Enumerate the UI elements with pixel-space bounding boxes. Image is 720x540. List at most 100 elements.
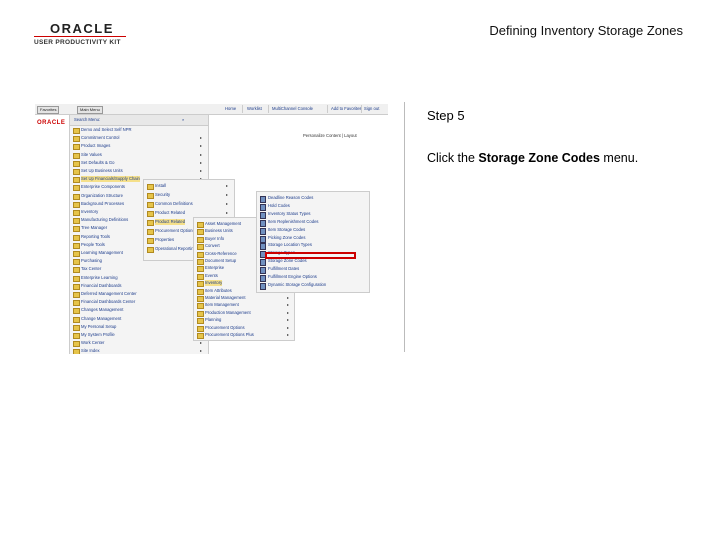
menu-level1-item[interactable]: Financial Dashboards Center <box>81 299 135 305</box>
menu-level3-item[interactable]: Material Management <box>205 295 246 301</box>
menu-level1-item[interactable]: My System Profile <box>81 332 115 338</box>
menu-level1-item[interactable]: Product Images <box>81 143 110 149</box>
menu-level1-item[interactable]: Tree Manager <box>81 225 107 231</box>
menu-level1-item[interactable]: Reporting Tools <box>81 234 110 240</box>
menu-level2-item[interactable]: Procurement Options <box>155 228 195 234</box>
menu-level1-item[interactable]: Organization Structure <box>81 193 123 199</box>
menu-level4-item[interactable]: Storage Zone Codes <box>268 258 307 264</box>
menu-level1-item[interactable]: Purchasing <box>81 258 102 264</box>
document-icon <box>260 282 266 290</box>
menu-level3-item[interactable]: Business Units <box>205 228 233 234</box>
folder-icon <box>197 303 204 310</box>
menu-level3-item[interactable]: Enterprise <box>205 265 224 271</box>
nav-sign-out-link[interactable]: Sign out <box>364 106 379 112</box>
menu-level3-item[interactable]: Production Management <box>205 310 251 316</box>
menu-level1-item[interactable]: Set Defaults & Go <box>81 160 115 166</box>
menu-level1-item[interactable]: Inventory <box>81 209 98 215</box>
menu-level1-item[interactable]: Background Processes <box>81 201 124 207</box>
menu-level4-item[interactable]: Item Storage Codes <box>268 227 305 233</box>
menu-level1-item[interactable]: Change Management <box>81 316 121 322</box>
menu-level4-item[interactable]: Fulfillment Engine Options <box>268 274 317 280</box>
folder-icon <box>147 229 154 235</box>
menu-level4-item[interactable]: Storage Location Types <box>268 242 312 248</box>
menu-level4-item[interactable]: Deadline Reason Codes <box>268 195 313 201</box>
folder-icon <box>73 341 80 348</box>
oracle-logo: ORACLE USER PRODUCTIVITY KIT <box>34 22 126 48</box>
menu-level3-item[interactable]: Convert <box>205 243 220 249</box>
menu-level1-item[interactable]: Manufacturing Definitions <box>81 217 128 223</box>
application-screenshot: Favorites Main Menu Home Worklist MultiC… <box>35 104 388 354</box>
menu-level1-item[interactable]: Commitment Control <box>81 135 119 141</box>
menu-level2-item[interactable]: Operational Reporting <box>155 246 196 252</box>
menu-level3-item[interactable]: Procurement Options Plus <box>205 332 254 338</box>
menu-level3-item[interactable]: Buyer Info <box>205 236 224 242</box>
menu-level3-item[interactable]: Events <box>205 273 218 279</box>
menu-level1-item[interactable]: Tax Center <box>81 266 101 272</box>
nav-separator <box>361 105 362 113</box>
menu-level1-item[interactable]: Site Index <box>81 348 100 354</box>
folder-icon <box>73 152 80 159</box>
folder-icon <box>197 288 204 295</box>
menu-level2-item[interactable]: Common Definitions <box>155 201 193 207</box>
menu-level3-item[interactable]: Planning <box>205 317 221 323</box>
search-menu-label: Search Menu: <box>74 117 101 122</box>
menu-level3-item[interactable]: Cross-Reference <box>205 251 237 257</box>
favorites-button[interactable]: Favorites <box>37 106 60 114</box>
menu-level1-item[interactable]: Work Center <box>81 340 104 346</box>
submenu-arrow-icon: ▸ <box>200 151 203 157</box>
menu-level3-item[interactable]: Inventory <box>205 280 223 287</box>
menu-level4-item[interactable]: Fulfillment Dates <box>268 266 299 272</box>
menu-level1-item[interactable]: Demo and Select Self NPR <box>81 127 132 133</box>
nav-home-link[interactable]: Home <box>225 106 236 112</box>
menu-level1-item[interactable]: Learning Management <box>81 250 123 256</box>
nav-multichannel-link[interactable]: MultiChannel Console <box>272 106 313 112</box>
nav-add-favorites-link[interactable]: Add to Favorites <box>331 106 362 112</box>
folder-icon <box>147 220 154 226</box>
menu-level2-item[interactable]: Product Related <box>155 210 185 216</box>
menu-level3-item[interactable]: Document Setup <box>205 258 236 264</box>
menu-level3-item[interactable]: Item Attributes <box>205 288 232 294</box>
folder-icon <box>73 251 80 257</box>
document-icon <box>260 267 266 275</box>
folder-icon <box>147 238 154 244</box>
folder-icon <box>147 202 154 208</box>
menu-level3-item[interactable]: Procurement Options <box>205 325 245 331</box>
menu-level4-item[interactable]: Dynamic Storage Configuration <box>268 282 326 288</box>
folder-icon <box>73 283 80 290</box>
menu-level4-item[interactable]: Picking Zone Codes <box>268 235 305 241</box>
menu-level4-item[interactable]: Inventory Status Types <box>268 211 311 217</box>
menu-level1-item[interactable]: Changes Management <box>81 307 123 313</box>
document-icon <box>260 196 266 203</box>
folder-icon <box>147 247 154 253</box>
main-menu-button[interactable]: Main Menu <box>77 106 103 114</box>
menu-level1-item[interactable]: Financial Dashboards <box>81 283 122 289</box>
instruction-suffix: menu. <box>599 151 639 165</box>
menu-level1-item[interactable]: My Personal Setup <box>81 324 116 330</box>
nav-separator <box>327 105 328 113</box>
menu-level1-item[interactable]: Set Up Financials/Supply Chain <box>81 176 140 183</box>
menu-level2-item[interactable]: Security <box>155 192 170 198</box>
folder-icon <box>73 300 80 307</box>
folder-icon <box>73 144 80 151</box>
menu-level3-item[interactable]: Asset Management <box>205 221 241 227</box>
menu-level1-item[interactable]: People Tools <box>81 242 105 248</box>
menu-level1-item[interactable]: Enterprise Components <box>81 184 125 190</box>
menu-level2-item[interactable]: Install <box>155 183 166 189</box>
personalize-link[interactable]: Personalize Content | Layout <box>303 133 357 138</box>
menu-level1-item[interactable]: Set Up Business Units <box>81 168 123 174</box>
menu-level1-item[interactable]: Deferred Management Center <box>81 291 137 297</box>
menu-level1-item[interactable]: Site Values <box>81 152 102 158</box>
search-icon[interactable]: ⌕ <box>182 117 184 123</box>
folder-icon <box>73 201 80 208</box>
menu-level4-item[interactable]: Item Replenishment Codes <box>268 219 319 225</box>
menu-level1-item[interactable]: Enterprise Learning <box>81 275 118 281</box>
submenu-arrow-icon: ▸ <box>287 302 290 308</box>
folder-icon <box>73 128 80 134</box>
menu-level2-item[interactable]: Product Related <box>155 219 186 225</box>
nav-worklist-link[interactable]: Worklist <box>247 106 262 112</box>
menu-level2-item[interactable]: Properties <box>155 237 174 243</box>
menu-level3-item[interactable]: Item Management <box>205 302 239 308</box>
menu-level4-item[interactable]: Hold Codes <box>268 203 290 209</box>
logo-subtitle: USER PRODUCTIVITY KIT <box>34 39 121 46</box>
folder-icon <box>197 266 204 273</box>
